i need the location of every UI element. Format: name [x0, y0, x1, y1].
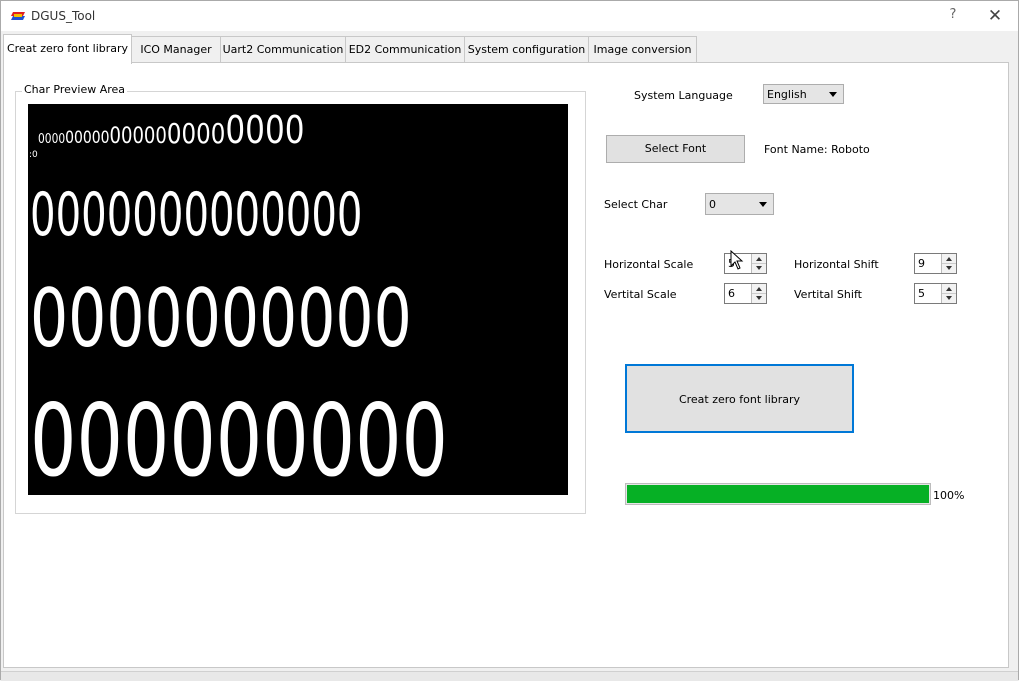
progress-bar: [625, 483, 931, 505]
vertical-scale-spinbox[interactable]: 6: [724, 283, 767, 304]
horizontal-scale-label: Horizontal Scale: [604, 258, 694, 271]
tab-system-configuration[interactable]: System configuration: [464, 36, 589, 62]
select-char-value: 0: [709, 198, 716, 211]
spin-buttons: [941, 284, 956, 303]
vertical-shift-label: Vertital Shift: [794, 288, 862, 301]
help-button[interactable]: ?: [943, 7, 963, 25]
spin-down-icon[interactable]: [942, 264, 956, 273]
spin-buttons: [751, 254, 766, 273]
spin-up-icon[interactable]: [752, 254, 766, 264]
vertical-scale-value: 6: [728, 287, 735, 300]
system-language-dropdown[interactable]: English: [763, 84, 844, 104]
select-font-button[interactable]: Select Font: [606, 135, 745, 163]
tab-image-conversion[interactable]: Image conversion: [588, 36, 697, 62]
vertical-shift-value: 5: [918, 287, 925, 300]
preview-row-0a: :0: [29, 150, 38, 160]
tab-ico-manager[interactable]: ICO Manager: [131, 36, 221, 62]
app-window: DGUS_Tool ? ✕ Creat zero font library IC…: [0, 0, 1019, 681]
spin-down-icon[interactable]: [752, 294, 766, 303]
horizontal-shift-value: 9: [918, 257, 925, 270]
horizontal-shift-label: Horizontal Shift: [794, 258, 879, 271]
spin-up-icon[interactable]: [942, 284, 956, 294]
progress-percent: 100%: [933, 489, 965, 502]
preview-row-4: 000000000: [30, 382, 449, 495]
font-name-label: Font Name: Roboto: [764, 143, 870, 156]
title-bar: DGUS_Tool ? ✕: [1, 1, 1018, 31]
spin-buttons: [941, 254, 956, 273]
select-char-label: Select Char: [604, 198, 668, 211]
chevron-down-icon: [829, 92, 837, 97]
tab-uart2-communication[interactable]: Uart2 Communication: [220, 36, 346, 62]
spin-buttons: [751, 284, 766, 303]
mouse-cursor-icon: [730, 250, 744, 270]
tab-panel: Char Preview Area :0 0000000000000000000…: [3, 62, 1009, 668]
char-preview-canvas: :0 0000000000000000000000 0000000000000 …: [28, 104, 568, 495]
preview-row-1: 0000000000000000000000: [38, 108, 305, 152]
spin-down-icon[interactable]: [752, 264, 766, 273]
horizontal-shift-spinbox[interactable]: 9: [914, 253, 957, 274]
vertical-shift-spinbox[interactable]: 5: [914, 283, 957, 304]
system-language-value: English: [767, 88, 807, 101]
system-language-label: System Language: [634, 89, 733, 102]
window-title: DGUS_Tool: [31, 9, 96, 23]
progress-fill: [627, 485, 929, 503]
spin-down-icon[interactable]: [942, 294, 956, 303]
spin-up-icon[interactable]: [942, 254, 956, 264]
select-char-dropdown[interactable]: 0: [705, 193, 774, 215]
tab-creat-zero-font-library[interactable]: Creat zero font library: [3, 34, 132, 64]
close-button[interactable]: ✕: [983, 5, 1007, 27]
chevron-down-icon: [759, 202, 767, 207]
app-logo-icon: [11, 10, 27, 22]
creat-zero-font-library-button[interactable]: Creat zero font library: [625, 364, 854, 433]
vertical-scale-label: Vertital Scale: [604, 288, 677, 301]
tab-ed2-communication[interactable]: ED2 Communication: [345, 36, 465, 62]
spin-up-icon[interactable]: [752, 284, 766, 294]
preview-row-3: 0000000000: [30, 272, 412, 365]
preview-row-2: 0000000000000: [30, 180, 363, 250]
char-preview-label: Char Preview Area: [22, 83, 128, 96]
